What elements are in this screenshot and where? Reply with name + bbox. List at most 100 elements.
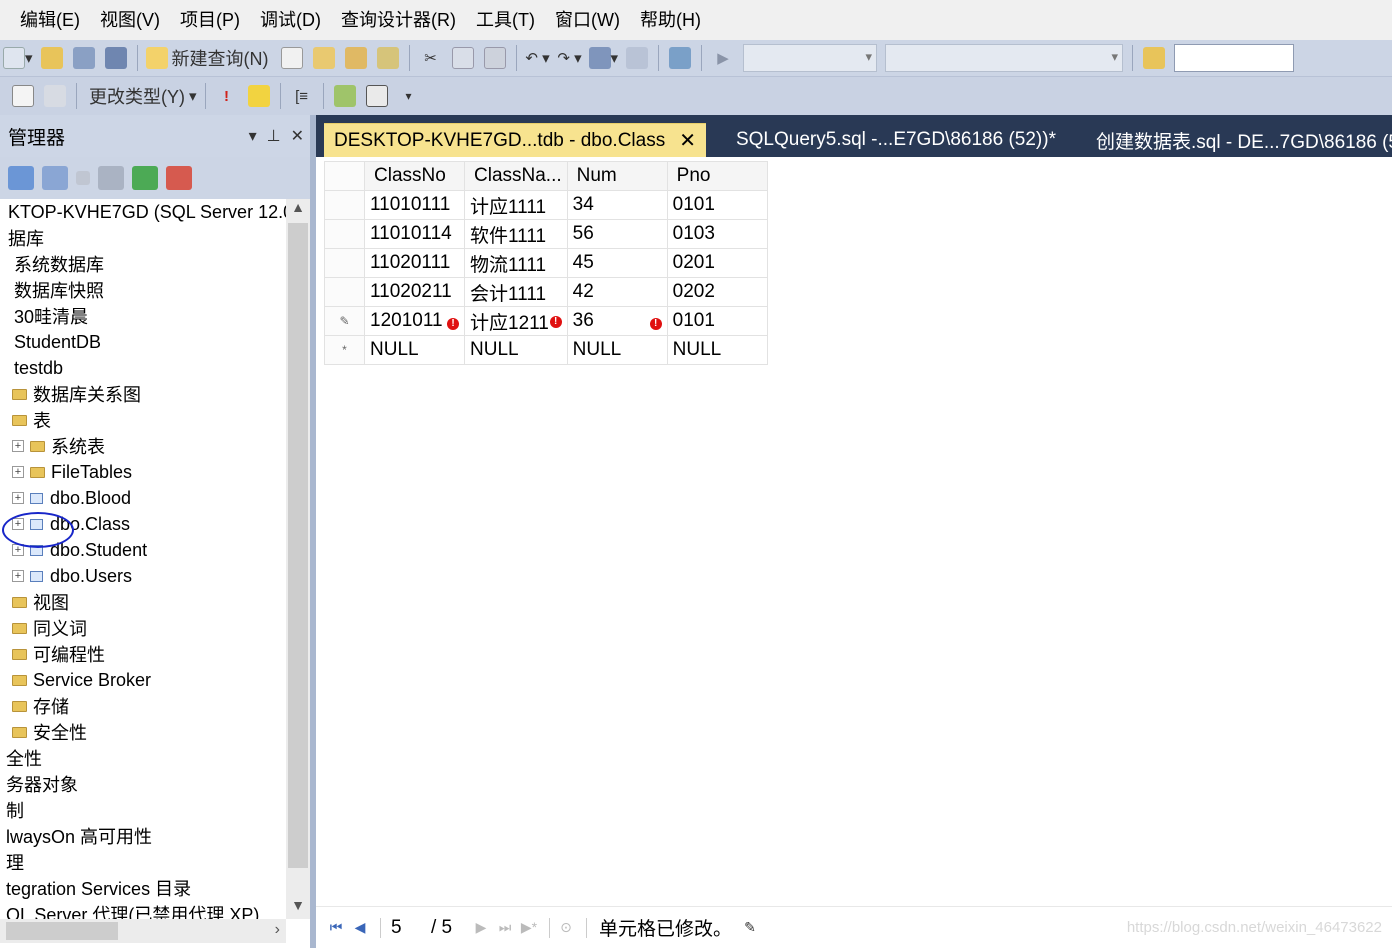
menu-item[interactable]: 调试(D) xyxy=(250,0,331,40)
first-record-icon[interactable]: ⏮ xyxy=(326,919,346,936)
grid-cell[interactable]: 软件1111 xyxy=(464,219,568,249)
delete-icon[interactable] xyxy=(166,166,192,190)
grid-cell[interactable]: 1201011! xyxy=(364,306,465,336)
menu-item[interactable]: 编辑(E) xyxy=(10,0,90,40)
grid-cell[interactable]: NULL xyxy=(364,335,465,365)
grid-cell[interactable]: 42 xyxy=(566,277,668,307)
tree-node[interactable]: KTOP-KVHE7GD (SQL Server 12.0 xyxy=(0,199,286,225)
navigate-forward-icon[interactable] xyxy=(624,44,650,72)
table-row[interactable]: 11010114 软件1111 56 0103 xyxy=(324,219,768,249)
tree-node[interactable]: 务器对象 xyxy=(0,771,286,797)
error-icon[interactable]: ! xyxy=(649,318,662,330)
pin-icon[interactable]: ⊥ xyxy=(267,126,281,146)
tree-node[interactable]: testdb xyxy=(0,355,286,381)
grid-cell[interactable]: 0101 xyxy=(666,306,768,336)
toolbar-overflow-icon[interactable]: ▾ xyxy=(396,82,422,110)
grid-cell[interactable]: NULL xyxy=(666,335,768,365)
tree-horizontal-scrollbar[interactable]: › xyxy=(0,919,286,943)
tree-node[interactable]: 安全性 xyxy=(0,719,286,745)
table-row[interactable]: 11020211 会计1111 42 0202 xyxy=(324,277,768,307)
grid-cell[interactable]: NULL xyxy=(566,335,668,365)
error-icon[interactable]: ! xyxy=(447,318,459,330)
corner-cell[interactable] xyxy=(324,161,365,191)
solution-config-combo[interactable] xyxy=(743,44,878,72)
group-by-icon[interactable]: [≡ xyxy=(289,82,315,110)
column-header[interactable]: ClassNa... xyxy=(464,161,568,191)
column-header[interactable]: Num xyxy=(566,161,668,191)
document-tab[interactable]: 创建数据表.sql - DE...7GD\86186 (53)) xyxy=(1086,123,1392,157)
tree-node[interactable]: tegration Services 目录 xyxy=(0,875,286,901)
menu-item[interactable]: 视图(V) xyxy=(90,0,170,40)
menu-item[interactable]: 项目(P) xyxy=(170,0,250,40)
grid-cell[interactable]: 会计1111 xyxy=(464,277,568,307)
close-tab-icon[interactable]: ✕ xyxy=(679,128,696,153)
menu-item[interactable]: 工具(T) xyxy=(466,0,545,40)
connect-icon[interactable] xyxy=(8,166,34,190)
table-row[interactable]: 11020111 物流1111 45 0201 xyxy=(324,248,768,278)
row-header[interactable]: * xyxy=(324,335,365,365)
tree-node[interactable]: + FileTables xyxy=(0,459,286,485)
panel-menu-icon[interactable]: ▾ xyxy=(249,126,257,146)
table-data-grid[interactable]: ClassNo ClassNa... Num Pno 11010111 计应111… xyxy=(324,161,768,365)
next-record-icon[interactable]: ▶ xyxy=(471,919,491,936)
tree-node[interactable]: 制 xyxy=(0,797,286,823)
copy-icon[interactable] xyxy=(450,44,476,72)
undo-icon[interactable]: ↶ ▾ xyxy=(525,44,551,72)
document-tab[interactable]: SQLQuery5.sql -...E7GD\86186 (52))* xyxy=(726,123,1066,157)
scroll-up-icon[interactable]: ▲ xyxy=(286,199,310,221)
show-sql-pane-icon[interactable] xyxy=(10,82,36,110)
scrollbar-thumb[interactable] xyxy=(6,922,118,940)
grid-cell[interactable]: 物流1111 xyxy=(464,248,568,278)
grid-cell[interactable]: 11010111 xyxy=(364,190,465,220)
save-all-icon[interactable] xyxy=(103,44,129,72)
tree-node[interactable]: 据库 xyxy=(0,225,286,251)
add-table-icon[interactable] xyxy=(332,82,358,110)
tree-node[interactable]: 数据库关系图 xyxy=(0,381,286,407)
previous-record-icon[interactable]: ◀ xyxy=(350,919,370,936)
error-icon[interactable]: ! xyxy=(549,315,562,328)
tree-node[interactable]: 系统数据库 xyxy=(0,251,286,277)
find-in-files-icon[interactable] xyxy=(1141,44,1167,72)
row-header[interactable] xyxy=(324,219,365,249)
tree-node[interactable]: 存储 xyxy=(0,693,286,719)
add-derived-table-icon[interactable] xyxy=(364,82,390,110)
open-file-icon[interactable] xyxy=(39,44,65,72)
scrollbar-thumb[interactable] xyxy=(288,223,308,868)
start-debug-icon[interactable]: ▶ xyxy=(710,44,736,72)
row-header[interactable]: ✎ xyxy=(324,306,365,336)
grid-cell[interactable]: 0202 xyxy=(666,277,768,307)
redo-icon[interactable]: ↷ ▾ xyxy=(557,44,583,72)
new-record-icon[interactable]: ▶* xyxy=(519,919,539,936)
stop-icon[interactable]: ⊙ xyxy=(556,919,576,936)
tree-node[interactable]: 数据库快照 xyxy=(0,277,286,303)
menu-item[interactable]: 查询设计器(R) xyxy=(331,0,466,40)
tree-node[interactable]: StudentDB xyxy=(0,329,286,355)
new-project-icon[interactable]: ▾ xyxy=(3,44,33,72)
table-row[interactable]: 11010111 计应1111 34 0101 xyxy=(324,190,768,220)
grid-cell[interactable]: 计应1211! xyxy=(464,306,568,336)
dmx-query-icon[interactable] xyxy=(343,44,369,72)
expand-icon[interactable]: + xyxy=(12,466,24,478)
change-type-button[interactable]: 更改类型(Y) ▾ xyxy=(85,82,197,110)
show-results-pane-icon[interactable] xyxy=(42,82,68,110)
paste-icon[interactable] xyxy=(482,44,508,72)
tree-node[interactable]: 视图 xyxy=(0,589,286,615)
tree-node[interactable]: 表 xyxy=(0,407,286,433)
database-engine-query-icon[interactable] xyxy=(279,44,305,72)
grid-cell[interactable]: 36! xyxy=(566,306,668,336)
save-icon[interactable] xyxy=(71,44,97,72)
tree-node[interactable]: + 系统表 xyxy=(0,433,286,459)
grid-cell[interactable]: 计应1111 xyxy=(464,190,568,220)
tree-node[interactable]: 30畦清晨 xyxy=(0,303,286,329)
table-row[interactable]: * NULL NULL NULL NULL xyxy=(324,335,768,365)
scroll-right-icon[interactable]: › xyxy=(275,921,280,939)
grid-cell[interactable]: 11020111 xyxy=(364,248,465,278)
tree-node[interactable]: 同义词 xyxy=(0,615,286,641)
refresh-icon[interactable] xyxy=(132,166,158,190)
mdx-query-icon[interactable] xyxy=(311,44,337,72)
tree-vertical-scrollbar[interactable]: ▲ ▼ xyxy=(286,199,310,919)
find-field[interactable] xyxy=(1174,44,1295,72)
activity-monitor-icon[interactable] xyxy=(667,44,693,72)
grid-cell[interactable]: 11010114 xyxy=(364,219,465,249)
tree-node[interactable]: QL Server 代理(已禁用代理 XP) xyxy=(0,901,286,919)
